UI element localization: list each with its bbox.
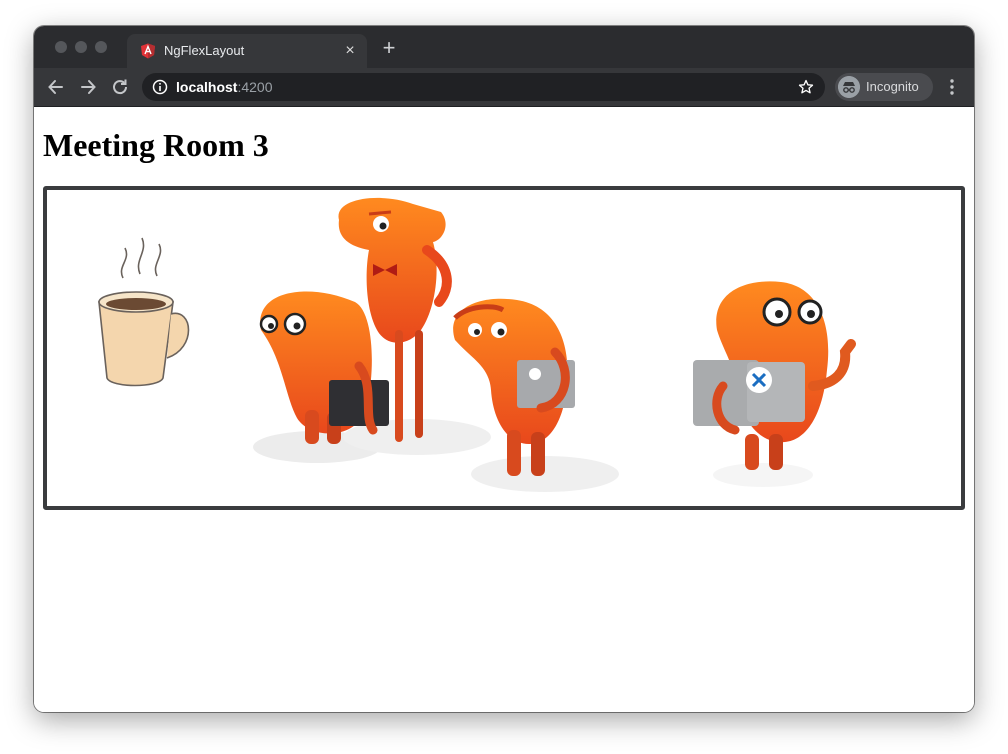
url-host: localhost xyxy=(176,79,238,95)
zoom-window-button[interactable] xyxy=(95,41,107,53)
forward-arrow-icon[interactable] xyxy=(77,76,99,98)
title-bar: NgFlexLayout × + xyxy=(34,26,974,68)
info-icon[interactable] xyxy=(152,79,168,95)
close-window-button[interactable] xyxy=(55,41,67,53)
close-tab-icon[interactable]: × xyxy=(341,42,359,60)
incognito-icon xyxy=(838,76,860,98)
meeting-room-illustration xyxy=(98,197,856,492)
coffee-cup-icon xyxy=(98,237,190,387)
url-text: localhost:4200 xyxy=(176,79,273,95)
url-port: :4200 xyxy=(237,79,273,95)
incognito-indicator[interactable]: Incognito xyxy=(835,73,933,101)
back-arrow-icon[interactable] xyxy=(45,76,67,98)
address-bar[interactable]: localhost:4200 xyxy=(142,73,825,101)
monster-thumbs-up-icon xyxy=(693,281,856,470)
monster-glasses-icon xyxy=(259,291,389,444)
browser-tab[interactable]: NgFlexLayout × xyxy=(127,34,367,68)
new-tab-button[interactable]: + xyxy=(379,37,399,59)
bookmark-star-icon[interactable] xyxy=(798,79,814,95)
illustration-frame xyxy=(43,186,965,510)
angular-shield-icon xyxy=(141,43,155,59)
incognito-label: Incognito xyxy=(866,79,919,94)
tab-title: NgFlexLayout xyxy=(164,43,245,58)
reload-icon[interactable] xyxy=(109,76,131,98)
page-title: Meeting Room 3 xyxy=(43,127,269,163)
browser-toolbar: localhost:4200 Incognito xyxy=(34,68,974,107)
minimize-window-button[interactable] xyxy=(75,41,87,53)
page-content: Meeting Room 3 xyxy=(34,107,974,712)
more-menu-icon[interactable] xyxy=(944,77,960,97)
monster-laptop-icon xyxy=(453,298,575,476)
browser-window: NgFlexLayout × + localhost:4200 Incognit… xyxy=(34,26,974,712)
